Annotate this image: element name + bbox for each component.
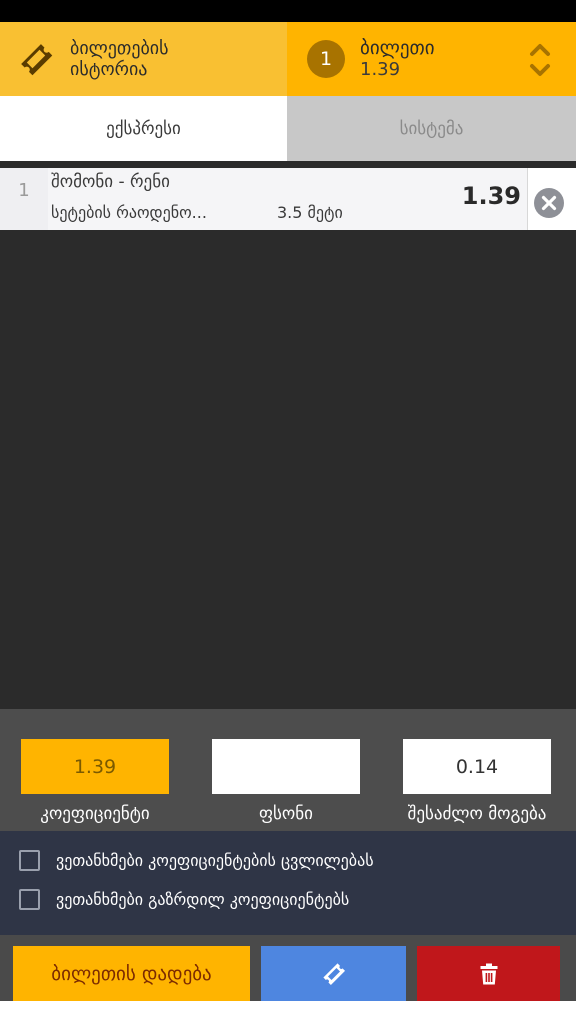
place-bet-button[interactable]: ბილეთის დადება xyxy=(13,946,250,1001)
delete-button[interactable] xyxy=(417,946,560,1001)
accept-odds-change-checkbox[interactable] xyxy=(19,849,40,871)
selection-details: შომონი - რენი სეტების რაოდენო... 3.5 მეტ… xyxy=(48,168,528,230)
accept-odds-change-label: ვეთანხმები კოეფიციენტების ცვლილებას xyxy=(56,850,374,870)
bet-history-button[interactable]: ბილეთების ისტორია xyxy=(0,22,287,96)
accept-higher-odds-label: ვეთანხმები გაზრდილ კოეფიციენტებს xyxy=(56,889,350,909)
chevron-up-down-icon[interactable] xyxy=(528,40,552,80)
trash-icon xyxy=(480,963,497,984)
possible-win-caption: შესაძლო მოგება xyxy=(407,804,547,824)
accept-odds-change-option[interactable]: ვეთანხმები კოეფიციენტების ცვლილებას xyxy=(19,849,374,871)
possible-win-display: 0.14 xyxy=(403,739,551,794)
betslip-title: ბილეთი xyxy=(360,37,435,59)
odds-display: 1.39 xyxy=(21,739,169,794)
selection-count-badge: 1 xyxy=(307,40,345,78)
betslip-toggle[interactable]: 1 ბილეთი 1.39 xyxy=(287,22,576,96)
betslip-header: ბილეთების ისტორია 1 ბილეთი 1.39 xyxy=(0,22,576,96)
selections-area xyxy=(0,161,576,709)
selection-outcome: 3.5 მეტი xyxy=(277,203,343,222)
tab-system[interactable]: სისტემა xyxy=(287,96,576,161)
status-bar xyxy=(0,0,576,22)
close-circle-icon[interactable] xyxy=(532,186,566,220)
bet-controls: 1.39 0.14 კოეფიციენტი ფსონი შესაძლო მოგე… xyxy=(0,709,576,831)
selection-match: შომონი - რენი xyxy=(51,172,170,192)
stake-input[interactable] xyxy=(212,739,360,794)
selection-row: 1 შომონი - რენი სეტების რაოდენო... 3.5 მ… xyxy=(0,168,576,230)
bet-type-tabs: ექსპრესი სისტემა xyxy=(0,96,576,161)
ticket-icon xyxy=(21,44,53,76)
accept-higher-odds-checkbox[interactable] xyxy=(19,888,40,910)
tab-express[interactable]: ექსპრესი xyxy=(0,96,287,161)
ticket-button[interactable] xyxy=(261,946,406,1001)
agreements-panel: ვეთანხმები კოეფიციენტების ცვლილებას ვეთა… xyxy=(0,831,576,935)
selection-index: 1 xyxy=(0,168,48,230)
betslip-total-odds: 1.39 xyxy=(360,59,401,80)
accept-higher-odds-option[interactable]: ვეთანხმები გაზრდილ კოეფიციენტებს xyxy=(19,888,349,910)
ticket-icon xyxy=(322,962,345,985)
selection-odds: 1.39 xyxy=(461,182,521,210)
stake-caption: ფსონი xyxy=(259,804,313,824)
selection-market: სეტების რაოდენო... xyxy=(51,203,207,222)
odds-caption: კოეფიციენტი xyxy=(40,804,150,824)
betslip-summary: ბილეთი 1.39 xyxy=(360,37,435,81)
bottom-edge xyxy=(0,1001,576,1024)
history-label: ბილეთების ისტორია xyxy=(70,38,169,80)
